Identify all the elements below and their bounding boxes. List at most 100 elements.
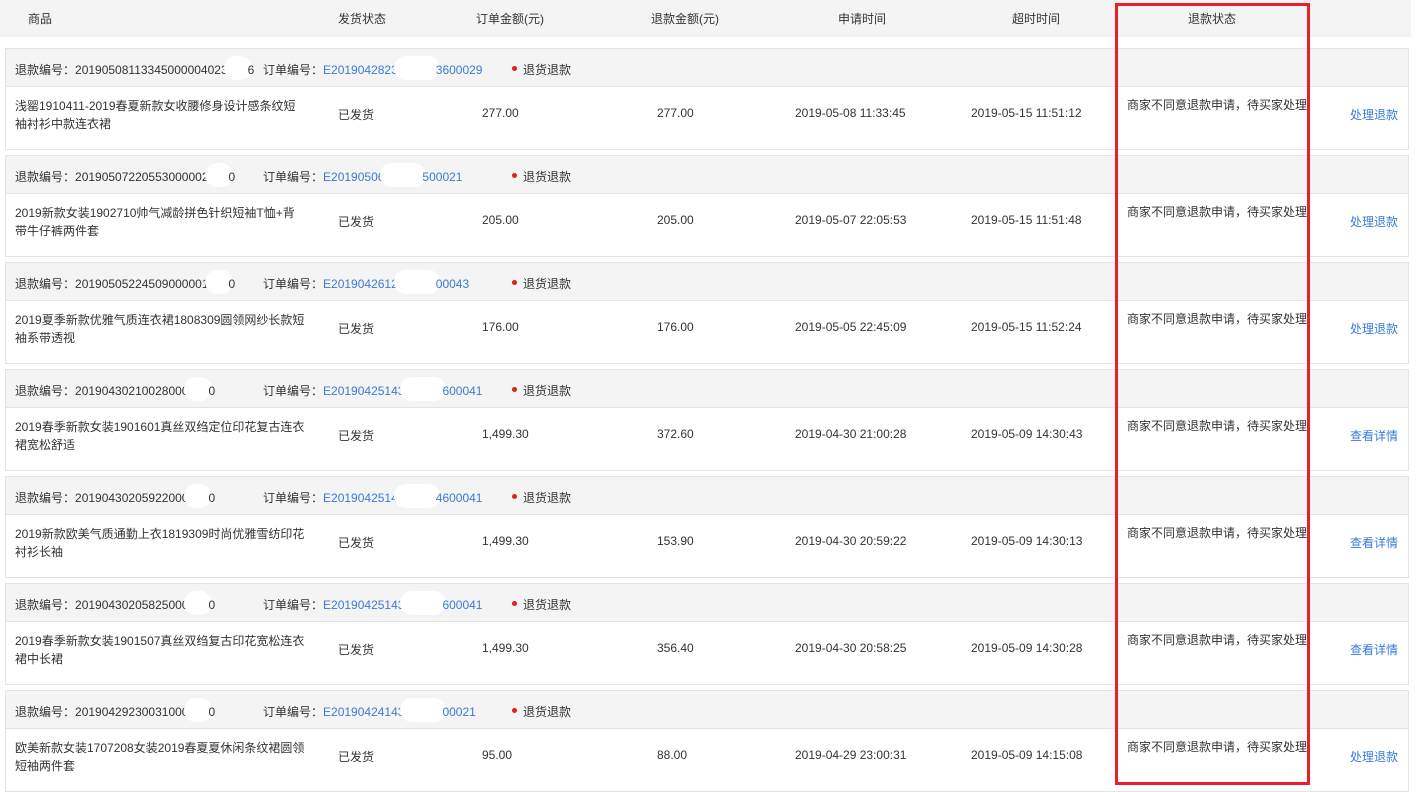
- refund-action-link[interactable]: 查看详情: [1350, 534, 1398, 551]
- refund-number-value-tail: 0: [208, 384, 216, 398]
- order-number-link[interactable]: E2019042612 00043: [323, 269, 469, 294]
- order-number-link[interactable]: E2019042823 3600029: [323, 55, 482, 80]
- order-number-label: 订单编号：: [263, 384, 324, 398]
- order-number-label: 订单编号：: [263, 598, 324, 612]
- refund-number-label: 退款编号：: [15, 491, 76, 505]
- apply-time: 2019-05-05 22:45:09: [795, 320, 907, 334]
- order-number: 订单编号：E20190506 500021: [263, 162, 462, 187]
- refund-action-link[interactable]: 处理退款: [1350, 106, 1398, 123]
- apply-time: 2019-04-30 21:00:28: [795, 427, 907, 441]
- timeout-time: 2019-05-15 11:52:24: [971, 320, 1082, 334]
- refund-number-value: 20190507220553000002: [75, 170, 209, 184]
- refund-number-value: 20190508113345000004023: [75, 63, 228, 77]
- refund-row: 退款编号：20190430205825000 0 订单编号：E20190425143…: [5, 583, 1409, 685]
- refund-type: 退货退款: [523, 598, 572, 612]
- refund-action-link[interactable]: 查看详情: [1350, 427, 1398, 444]
- refund-status-text: 商家不同意退款申请，待买家处理: [1126, 98, 1307, 112]
- refund-number-value: 20190430210028000: [75, 384, 189, 398]
- refund-number: 退款编号：20190508113345000004023 6: [15, 55, 254, 80]
- header-order-amount: 订单金额(元): [476, 12, 544, 26]
- refund-action-link[interactable]: 处理退款: [1350, 748, 1398, 765]
- ship-status: 已发货: [338, 429, 375, 443]
- refund-number-value-tail: 0: [208, 598, 216, 612]
- refund-number: 退款编号：20190429230031000 0: [15, 697, 215, 722]
- order-number-label: 订单编号：: [263, 277, 324, 291]
- order-number-link[interactable]: E20190425143 600041: [323, 376, 482, 401]
- timeout-time: 2019-05-09 14:30:43: [971, 427, 1083, 441]
- refund-action-link[interactable]: 查看详情: [1350, 641, 1398, 658]
- ship-status: 已发货: [338, 322, 375, 336]
- apply-time: 2019-04-30 20:58:25: [795, 641, 907, 655]
- refund-status-text: 商家不同意退款申请，待买家处理: [1126, 419, 1307, 433]
- order-number: 订单编号：E20190425143 600041: [263, 590, 482, 615]
- product-name[interactable]: 2019夏季新款优雅气质连衣裙1808309圆领网纱长款短袖系带透视: [15, 311, 305, 347]
- refund-action-link[interactable]: 处理退款: [1350, 213, 1398, 230]
- ship-status: 已发货: [338, 750, 375, 764]
- product-name[interactable]: 2019新款女装1902710帅气减龄拼色针织短袖T恤+背带牛仔裤两件套: [15, 204, 305, 240]
- product-name[interactable]: 2019春季新款女装1901507真丝双绉复古印花宽松连衣裙中长裙: [15, 632, 305, 668]
- product-name[interactable]: 2019春季新款女装1901601真丝双绉定位印花复古连衣裙宽松舒适: [15, 418, 305, 454]
- refund-status-text: 商家不同意退款申请，待买家处理: [1126, 633, 1307, 647]
- apply-time: 2019-04-30 20:59:22: [795, 534, 907, 548]
- order-number-label: 订单编号：: [263, 491, 324, 505]
- refund-number: 退款编号：20190505224509000001 0: [15, 269, 236, 294]
- redaction-mark: [400, 697, 447, 722]
- refund-type: 退货退款: [523, 63, 572, 77]
- refund-amount: 205.00: [657, 213, 694, 227]
- refund-amount: 277.00: [657, 106, 694, 120]
- status-dot-icon: [512, 66, 517, 71]
- order-number-link[interactable]: E20190506 500021: [323, 162, 462, 187]
- refund-number-value: 20190430205825000: [75, 598, 189, 612]
- order-amount: 205.00: [482, 213, 519, 227]
- product-name[interactable]: 欧美新款女装1707208女装2019春夏夏休闲条纹裙圆领短袖两件套: [15, 739, 305, 775]
- ship-status: 已发货: [338, 643, 375, 657]
- product-name[interactable]: 浅罂1910411-2019春夏新款女收腰修身设计感条纹短袖衬衫中款连衣裙: [15, 97, 305, 133]
- order-amount: 277.00: [482, 106, 519, 120]
- status-dot-icon: [512, 708, 517, 713]
- timeout-time: 2019-05-09 14:30:13: [971, 534, 1083, 548]
- status-dot-icon: [512, 601, 517, 606]
- header-product: 商品: [28, 12, 53, 26]
- refund-row: 退款编号：20190429230031000 0 订单编号：E20190424143…: [5, 690, 1409, 792]
- timeout-time: 2019-05-09 14:15:08: [971, 748, 1083, 762]
- order-number-link[interactable]: E20190425143 600041: [323, 590, 482, 615]
- refund-number-label: 退款编号：: [15, 705, 76, 719]
- header-refund-status: 退款状态: [1188, 12, 1237, 26]
- refund-row-header: 退款编号：20190507220553000002 0 订单编号：E20190506…: [6, 156, 1408, 194]
- order-number-label: 订单编号：: [263, 170, 324, 184]
- refund-number-label: 退款编号：: [15, 384, 76, 398]
- timeout-time: 2019-05-09 14:30:28: [971, 641, 1083, 655]
- refund-number-value-tail: 0: [228, 277, 236, 291]
- apply-time: 2019-05-07 22:05:53: [795, 213, 907, 227]
- header-timeout-time: 超时时间: [1012, 12, 1061, 26]
- refund-row-header: 退款编号：20190430210028000 0 订单编号：E20190425143…: [6, 370, 1408, 408]
- header-refund-amount: 退款金额(元): [651, 12, 719, 26]
- refund-status-text: 商家不同意退款申请，待买家处理: [1126, 740, 1307, 754]
- product-name[interactable]: 2019新款欧美气质通勤上衣1819309时尚优雅雪纺印花衬衫长袖: [15, 525, 305, 561]
- refund-amount: 356.40: [657, 641, 694, 655]
- order-number: 订单编号：E20190425143 600041: [263, 376, 482, 401]
- order-amount: 1,499.30: [482, 641, 529, 655]
- refund-action-link[interactable]: 处理退款: [1350, 320, 1398, 337]
- redaction-mark: [393, 269, 440, 294]
- refund-type: 退货退款: [523, 705, 572, 719]
- refund-number: 退款编号：20190430210028000 0: [15, 376, 216, 401]
- status-dot-icon: [512, 173, 517, 178]
- refund-amount: 176.00: [657, 320, 694, 334]
- refund-number-value: 20190505224509000001: [75, 277, 209, 291]
- refund-type: 退货退款: [523, 491, 572, 505]
- refund-row-header: 退款编号：20190505224509000001 0 订单编号：E20190426…: [6, 263, 1408, 301]
- header-apply-time: 申请时间: [838, 12, 887, 26]
- order-number-link[interactable]: E20190424143 00021: [323, 697, 476, 722]
- apply-time: 2019-05-08 11:33:45: [795, 106, 906, 120]
- refund-row-header: 退款编号：20190429230031000 0 订单编号：E20190424143…: [6, 691, 1408, 729]
- redaction-mark: [380, 162, 427, 187]
- status-dot-icon: [512, 494, 517, 499]
- status-dot-icon: [512, 280, 517, 285]
- refund-number-label: 退款编号：: [15, 277, 76, 291]
- timeout-time: 2019-05-15 11:51:48: [971, 213, 1082, 227]
- refund-type: 退货退款: [523, 170, 572, 184]
- refund-row-header: 退款编号：20190430205922000 0 订单编号：E2019042514 4…: [6, 477, 1408, 515]
- order-number-link[interactable]: E2019042514 4600041: [323, 483, 482, 508]
- refund-amount: 153.90: [657, 534, 694, 548]
